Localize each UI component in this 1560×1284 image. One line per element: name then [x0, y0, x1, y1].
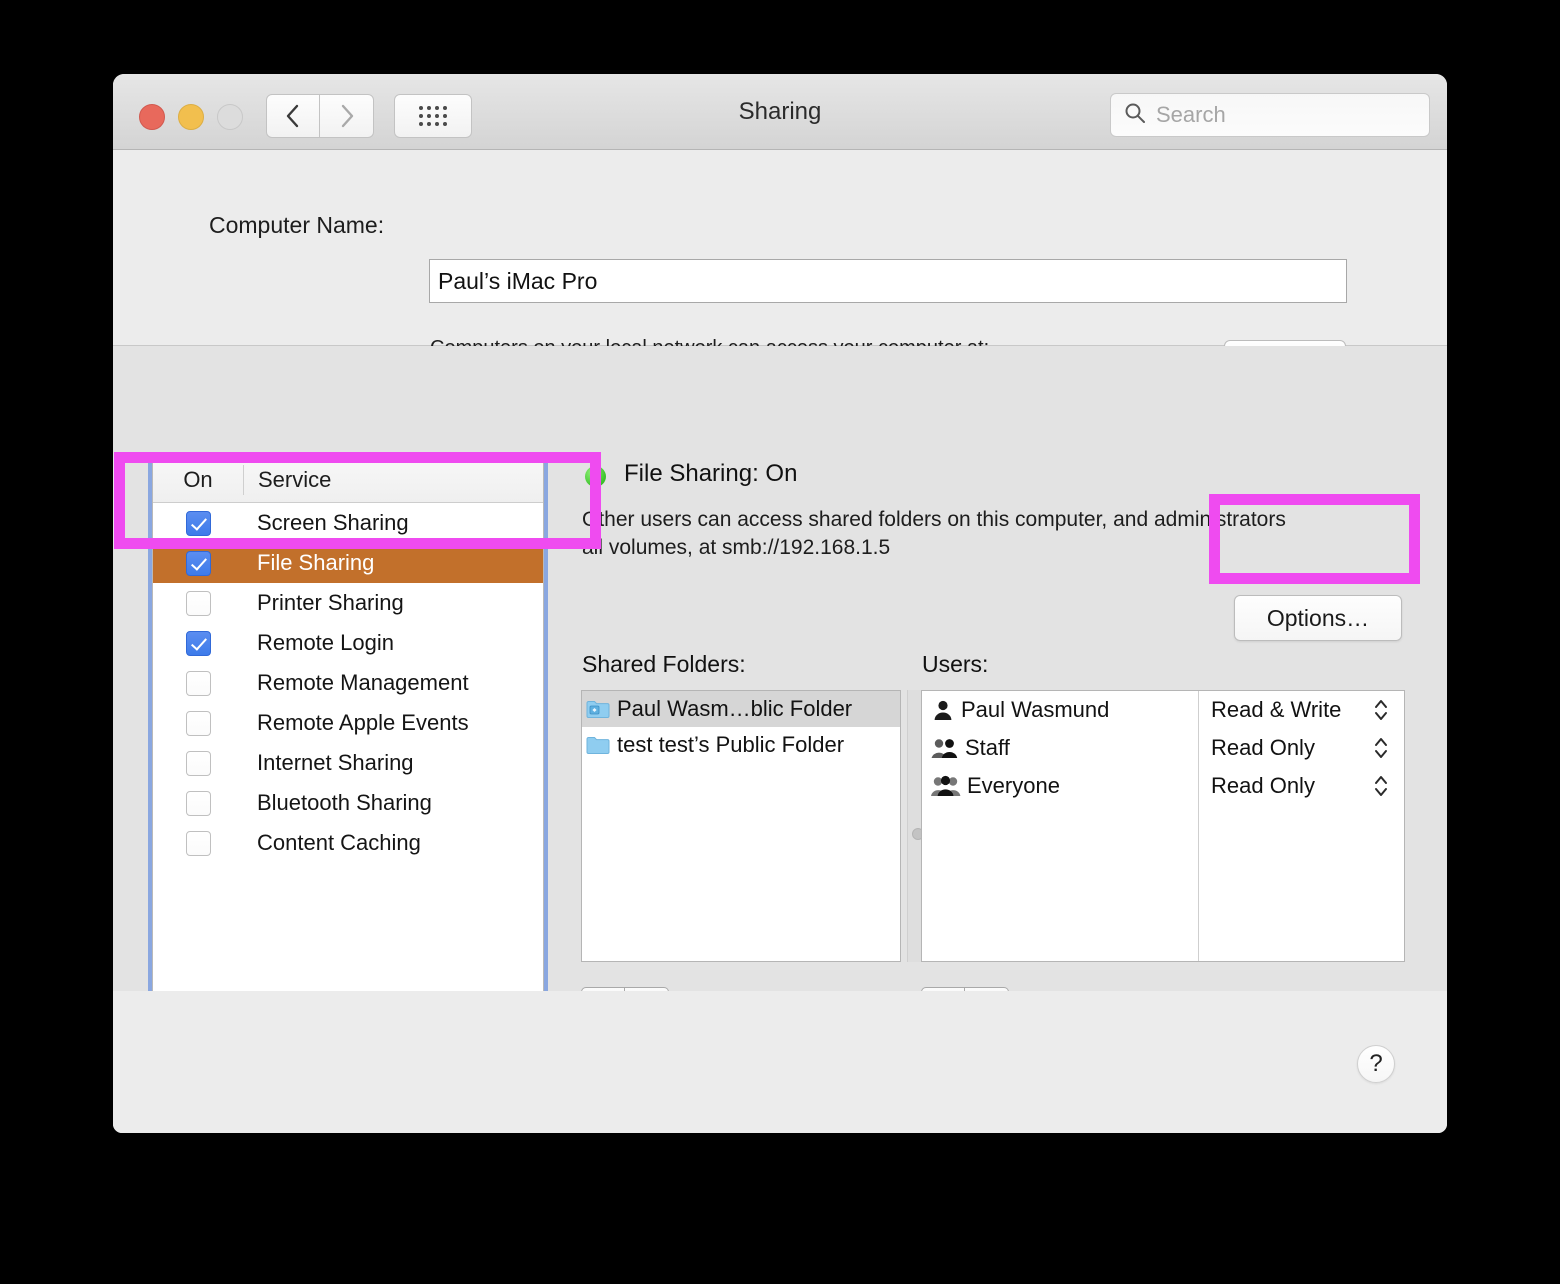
- window-footer: ?: [113, 991, 1447, 1133]
- user-row[interactable]: Paul Wasmund: [922, 691, 1198, 729]
- services-list-focus-ring: On Service Screen Sharing File Sharing Pri…: [148, 452, 548, 1037]
- group-users-icon: [931, 737, 959, 759]
- shared-folder-name: test test’s Public Folder: [617, 732, 845, 757]
- service-checkbox[interactable]: [185, 710, 211, 736]
- service-description-line2: all volumes, at smb://192.168.1.5: [582, 536, 891, 559]
- options-button[interactable]: Options…: [1234, 595, 1402, 641]
- service-checkbox-cell: [153, 790, 243, 816]
- services-list-header: On Service: [153, 457, 543, 503]
- users-permission-column: Read & Write Read Only Read Only: [1199, 691, 1404, 961]
- service-description-line1: Other users can access shared folders on…: [582, 508, 1286, 531]
- user-row[interactable]: Staff: [922, 729, 1198, 767]
- everyone-users-icon: [931, 775, 961, 797]
- service-label: File Sharing: [257, 550, 375, 575]
- public-folder-icon: [586, 699, 610, 719]
- service-row[interactable]: Remote Apple Events: [153, 703, 543, 743]
- service-checkbox[interactable]: [185, 550, 211, 576]
- service-row[interactable]: Internet Sharing: [153, 743, 543, 783]
- service-checkbox-cell: [153, 630, 243, 656]
- service-checkbox[interactable]: [185, 830, 211, 856]
- service-row[interactable]: Printer Sharing: [153, 583, 543, 623]
- users-list[interactable]: Paul Wasmund Staff Everyone Read & Write Re…: [921, 690, 1405, 962]
- service-label: Internet Sharing: [257, 750, 414, 775]
- service-label: Screen Sharing: [257, 510, 409, 535]
- shared-folder-name: Paul Wasm…blic Folder: [617, 696, 853, 721]
- service-label: Remote Login: [257, 630, 394, 655]
- permission-value: Read Only: [1211, 735, 1315, 760]
- service-row[interactable]: Remote Management: [153, 663, 543, 703]
- service-label: Remote Apple Events: [257, 710, 469, 735]
- users-name-column: Paul Wasmund Staff Everyone: [922, 691, 1199, 961]
- users-label: Users:: [922, 651, 989, 677]
- permission-popup[interactable]: Read Only: [1199, 767, 1404, 805]
- service-checkbox-cell: [153, 750, 243, 776]
- system-preferences-window: Sharing Search Computer Name: Paul’s iMa…: [113, 74, 1447, 1133]
- permission-value: Read & Write: [1211, 697, 1342, 722]
- service-checkbox-cell: [153, 670, 243, 696]
- service-checkbox[interactable]: [185, 670, 211, 696]
- shared-folder-row[interactable]: Paul Wasm…blic Folder: [582, 691, 900, 727]
- service-label: Printer Sharing: [257, 590, 404, 615]
- computer-name-label: Computer Name:: [209, 212, 385, 238]
- shared-folder-row[interactable]: test test’s Public Folder: [582, 727, 900, 763]
- search-placeholder: Search: [1156, 102, 1226, 127]
- user-name: Everyone: [967, 773, 1060, 798]
- service-checkbox-cell: [153, 510, 243, 536]
- service-label: Remote Management: [257, 670, 469, 695]
- computer-name-section: Computer Name: Paul’s iMac Pro Computers…: [113, 150, 1447, 387]
- service-label: Content Caching: [257, 830, 421, 855]
- service-checkbox-cell: [153, 830, 243, 856]
- permission-value: Read Only: [1211, 773, 1315, 798]
- chevron-updown-icon[interactable]: [1372, 771, 1390, 801]
- service-checkbox[interactable]: [185, 590, 211, 616]
- service-row[interactable]: Remote Login: [153, 623, 543, 663]
- computer-name-field[interactable]: Paul’s iMac Pro: [429, 259, 1347, 303]
- search-icon: [1124, 102, 1146, 129]
- chevron-updown-icon[interactable]: [1372, 733, 1390, 763]
- chevron-updown-icon[interactable]: [1372, 695, 1390, 725]
- services-rows: Screen Sharing File Sharing Printer Sharin…: [153, 503, 543, 863]
- help-button[interactable]: ?: [1357, 1045, 1395, 1083]
- user-row[interactable]: Everyone: [922, 767, 1198, 805]
- shared-folders-list[interactable]: Paul Wasm…blic Folder test test’s Public …: [581, 690, 901, 962]
- column-header-on: On: [183, 466, 213, 492]
- single-user-icon: [931, 699, 955, 721]
- service-checkbox-cell: [153, 550, 243, 576]
- service-row[interactable]: Bluetooth Sharing: [153, 783, 543, 823]
- service-checkbox[interactable]: [185, 510, 211, 536]
- service-label: Bluetooth Sharing: [257, 790, 432, 815]
- folder-icon: [586, 735, 610, 755]
- sharing-main-panel: On Service Screen Sharing File Sharing Pri…: [113, 346, 1447, 1037]
- service-row[interactable]: File Sharing: [153, 543, 543, 583]
- column-header-service: Service: [258, 466, 332, 492]
- service-row[interactable]: Content Caching: [153, 823, 543, 863]
- window-titlebar: Sharing Search: [113, 74, 1447, 150]
- permission-popup[interactable]: Read & Write: [1199, 691, 1404, 729]
- services-list[interactable]: On Service Screen Sharing File Sharing Pri…: [152, 456, 544, 1033]
- user-name: Paul Wasmund: [961, 697, 1110, 722]
- service-checkbox[interactable]: [185, 750, 211, 776]
- service-checkbox[interactable]: [185, 630, 211, 656]
- status-indicator-dot: [585, 466, 606, 487]
- shared-folders-label: Shared Folders:: [582, 651, 746, 677]
- status-text: File Sharing: On: [624, 460, 798, 487]
- search-input[interactable]: Search: [1110, 93, 1430, 137]
- user-name: Staff: [965, 735, 1010, 760]
- service-checkbox-cell: [153, 710, 243, 736]
- service-checkbox[interactable]: [185, 790, 211, 816]
- service-description: Other users can access shared folders on…: [582, 506, 1392, 562]
- service-checkbox-cell: [153, 590, 243, 616]
- service-row[interactable]: Screen Sharing: [153, 503, 543, 543]
- permission-popup[interactable]: Read Only: [1199, 729, 1404, 767]
